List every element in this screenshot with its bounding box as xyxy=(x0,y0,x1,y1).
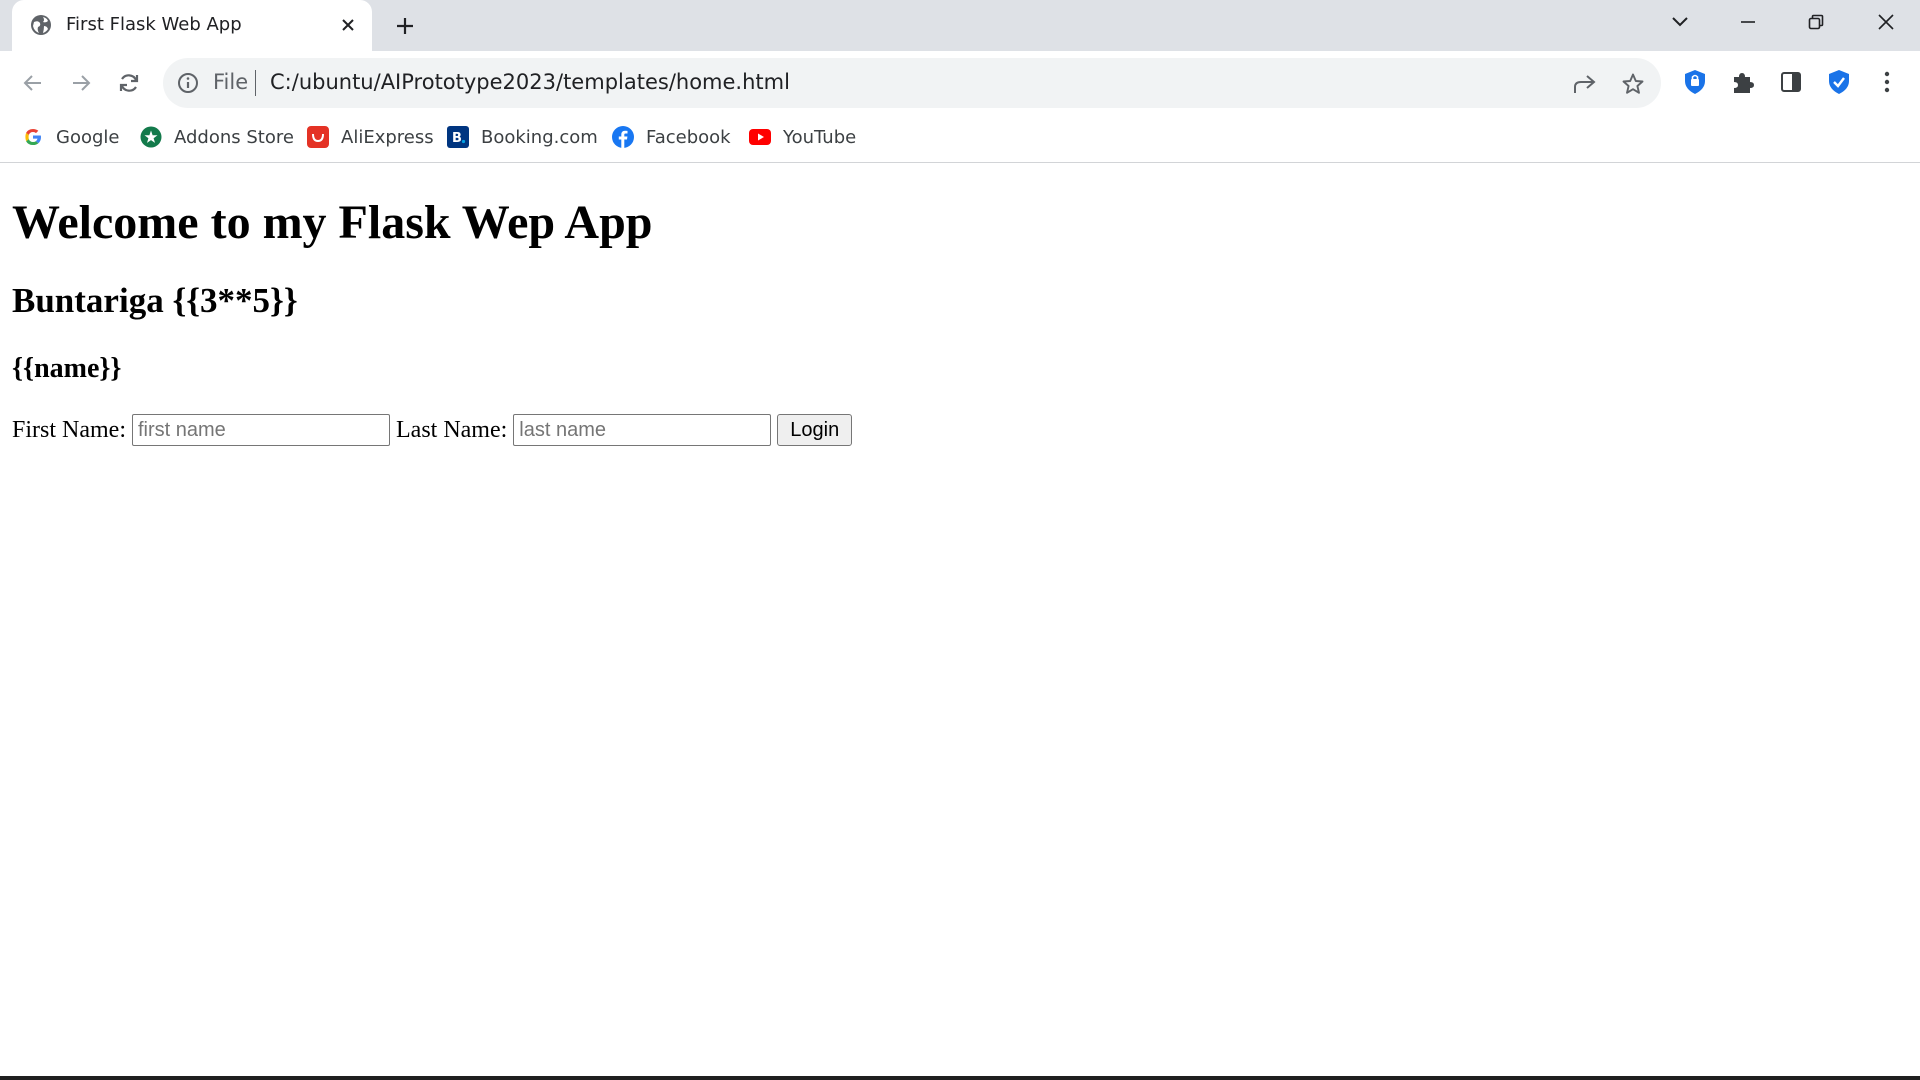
name-placeholder-heading: {{name}} xyxy=(12,353,122,384)
bookmark-label: Addons Store xyxy=(174,126,294,148)
taskbar-edge xyxy=(0,1076,1920,1080)
bookmark-booking[interactable]: B Booking.com xyxy=(447,122,598,152)
youtube-icon xyxy=(749,126,771,148)
booking-icon: B xyxy=(447,126,469,148)
globe-icon xyxy=(30,14,52,36)
svg-text:B: B xyxy=(452,131,462,146)
browser-toolbar: File C:/ubuntu/AIPrototype2023/templates… xyxy=(0,51,1920,114)
new-tab-icon[interactable] xyxy=(389,10,421,42)
bookmark-facebook[interactable]: Facebook xyxy=(612,122,731,152)
bookmark-label: Google xyxy=(56,126,120,148)
side-panel-icon[interactable] xyxy=(1776,67,1806,97)
security-shield-icon[interactable] xyxy=(1824,67,1854,97)
close-window-icon[interactable] xyxy=(1860,4,1912,40)
bookmarks-bar: Google Addons Store AliExpress B Booking… xyxy=(0,114,1920,163)
reload-icon[interactable] xyxy=(110,64,148,102)
back-arrow-icon[interactable] xyxy=(14,64,52,102)
last-name-label: Last Name: xyxy=(396,416,508,443)
close-tab-icon[interactable] xyxy=(335,12,361,38)
bookmark-label: Facebook xyxy=(646,126,731,148)
bookmark-star-icon[interactable] xyxy=(1619,70,1647,98)
last-name-input[interactable] xyxy=(513,414,772,446)
bookmark-label: Booking.com xyxy=(481,126,598,148)
bookmark-youtube[interactable]: YouTube xyxy=(749,122,856,152)
page-heading: Welcome to my Flask Wep App xyxy=(12,196,653,249)
forward-arrow-icon[interactable] xyxy=(62,64,100,102)
bookmark-aliexpress[interactable]: AliExpress xyxy=(307,122,434,152)
extensions-puzzle-icon[interactable] xyxy=(1728,67,1758,97)
bookmark-label: AliExpress xyxy=(341,126,434,148)
minimize-icon[interactable] xyxy=(1722,4,1774,40)
bookmark-label: YouTube xyxy=(783,126,857,148)
facebook-icon xyxy=(612,126,634,148)
restore-icon[interactable] xyxy=(1790,4,1842,40)
scheme-label: File xyxy=(213,70,249,94)
menu-kebab-icon[interactable] xyxy=(1872,67,1902,97)
page-content: Welcome to my Flask Wep App Buntariga {{… xyxy=(0,163,1920,1076)
bookmark-addons-store[interactable]: Addons Store xyxy=(140,122,294,152)
first-name-input[interactable] xyxy=(132,414,390,446)
address-bar[interactable]: File C:/ubuntu/AIPrototype2023/templates… xyxy=(163,58,1661,108)
login-form: First Name: Last Name: Login xyxy=(12,413,853,447)
page-subheading: Buntariga {{3**5}} xyxy=(12,281,298,320)
info-icon[interactable] xyxy=(177,72,199,94)
tab-title: First Flask Web App xyxy=(66,14,242,35)
tab-strip: First Flask Web App xyxy=(0,0,1920,51)
aliexpress-icon xyxy=(307,126,329,148)
address-separator xyxy=(255,70,256,96)
bookmark-google[interactable]: Google xyxy=(22,122,119,152)
share-icon[interactable] xyxy=(1571,70,1599,98)
tab-search-icon[interactable] xyxy=(1654,4,1706,40)
login-button[interactable]: Login xyxy=(777,414,853,446)
google-icon xyxy=(22,126,44,148)
browser-tab[interactable]: First Flask Web App xyxy=(12,0,372,51)
first-name-label: First Name: xyxy=(12,416,126,443)
addons-store-icon xyxy=(140,126,162,148)
bitwarden-extension-icon[interactable] xyxy=(1680,67,1710,97)
url-text[interactable]: C:/ubuntu/AIPrototype2023/templates/home… xyxy=(270,70,790,94)
